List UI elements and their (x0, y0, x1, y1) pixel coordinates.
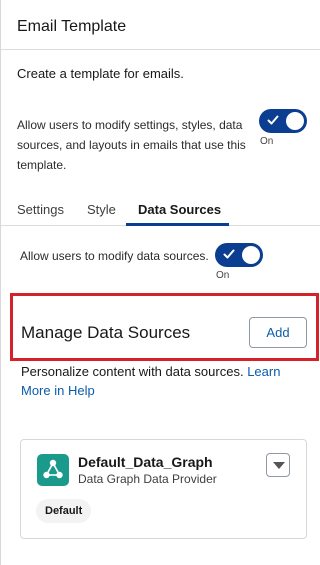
toggle-knob (242, 246, 260, 264)
data-source-provider: Data Graph Data Provider (78, 472, 217, 486)
tab-data-sources[interactable]: Data Sources (138, 202, 221, 217)
panel-title: Email Template (17, 18, 127, 35)
card-menu-button[interactable] (266, 453, 290, 477)
personalize-text: Personalize content with data sources. (21, 364, 244, 379)
intro-text: Create a template for emails. (17, 66, 184, 81)
modify-settings-label: Allow users to modify settings, styles, … (17, 118, 246, 172)
data-source-name: Default_Data_Graph (78, 454, 213, 470)
modify-settings-state: On (260, 136, 274, 147)
modify-data-sources-state: On (216, 270, 230, 281)
email-template-panel: Email Template Create a template for ema… (0, 0, 320, 565)
modify-settings-setting: Allow users to modify settings, styles, … (17, 109, 317, 175)
data-source-card: Default_Data_Graph Data Graph Data Provi… (20, 439, 307, 539)
tab-style[interactable]: Style (87, 202, 116, 217)
modify-settings-toggle[interactable] (259, 109, 307, 133)
tab-settings[interactable]: Settings (17, 202, 64, 217)
active-tab-indicator (126, 223, 229, 226)
checkmark-icon (223, 249, 235, 259)
personalize-description: Personalize content with data sources. L… (21, 362, 301, 400)
modify-data-sources-toggle[interactable] (215, 243, 263, 267)
data-graph-icon (37, 454, 69, 486)
toggle-knob (286, 112, 304, 130)
panel-header: Email Template (1, 0, 320, 50)
manage-data-sources-title: Manage Data Sources (21, 323, 191, 342)
default-badge: Default (36, 499, 92, 523)
add-data-source-button[interactable]: Add (249, 317, 307, 348)
modify-data-sources-label: Allow users to modify data sources. (20, 249, 209, 263)
checkmark-icon (267, 115, 279, 125)
chevron-down-icon (273, 462, 285, 469)
tab-bar: Settings Style Data Sources (1, 185, 320, 226)
